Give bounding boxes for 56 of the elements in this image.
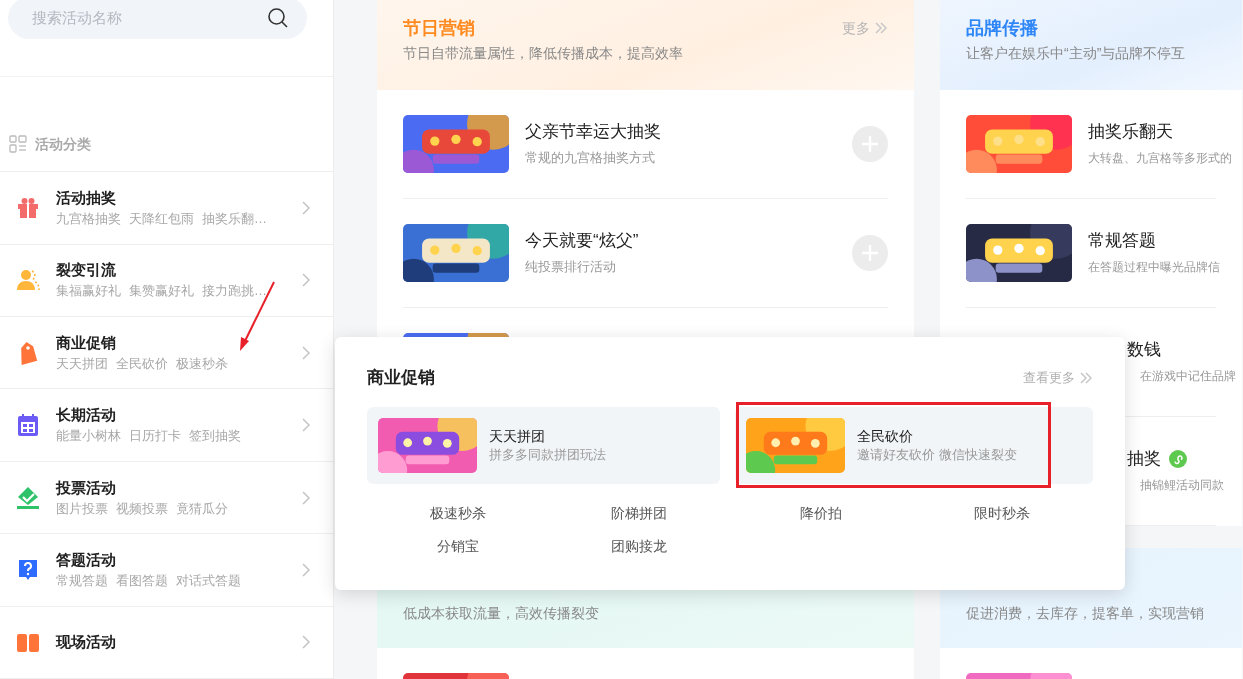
section-subtitle: 节日自带流量属性，降低传播成本，提高效率 (403, 44, 684, 63)
popup-link[interactable]: 阶梯拼团 (611, 503, 668, 523)
gift-icon (16, 196, 40, 221)
popup-link[interactable]: 限时秒杀 (974, 503, 1031, 523)
section-subtitle: 低成本获取流量，高效传播裂变 (403, 604, 600, 623)
activity-description: 纯投票排行活动 (525, 258, 617, 276)
option-description: 邀请好友砍价 微信快速裂变 (857, 446, 1017, 464)
option-title: 天天拼团 (489, 427, 546, 446)
section-title: 节日营销 (403, 17, 475, 40)
chevron-icon[interactable] (301, 272, 311, 289)
activity-description: 抽锦鲤活动同款 (1139, 477, 1224, 494)
category-title[interactable]: 投票活动 (56, 477, 301, 498)
chevron-icon[interactable] (301, 561, 311, 578)
double-chevron-icon (874, 22, 888, 34)
activity-description: 大转盘、九宫格等多形式的 (1088, 150, 1232, 167)
section-heading: 活动分类 (35, 134, 91, 154)
category-title[interactable]: 活动抽奖 (56, 188, 301, 209)
question-icon (16, 557, 40, 582)
activity-title[interactable]: 抽奖乐翻天 (1088, 121, 1232, 143)
activity-title[interactable]: 抽奖 (1127, 448, 1161, 470)
popup-link[interactable]: 分销宝 (436, 536, 479, 556)
option-description: 拼多多同款拼团玩法 (489, 446, 606, 464)
section-subtitle: 促进消费，去库存，提客单，实现营销 (966, 604, 1205, 623)
popup-link[interactable]: 降价拍 (799, 503, 842, 523)
chevron-icon[interactable] (301, 417, 311, 434)
calendar-icon (16, 413, 40, 438)
search-field[interactable]: 搜索活动名称 (8, 0, 307, 40)
activity-title[interactable]: 常规答题 (1088, 230, 1220, 252)
vote-icon (16, 485, 40, 510)
activity-title[interactable]: 数钱 (1127, 339, 1161, 361)
people-icon (16, 268, 40, 293)
double-chevron-icon (1079, 371, 1093, 384)
popup-link[interactable]: 团购接龙 (611, 536, 668, 556)
search-input[interactable]: 搜索活动名称 (30, 5, 267, 31)
category-grid-icon (9, 135, 27, 154)
option-card[interactable]: 天天拼团 拼多多同款拼团玩法 (367, 406, 720, 484)
category-title[interactable]: 裂变引流 (56, 260, 301, 281)
category-title[interactable]: 答题活动 (56, 549, 301, 570)
section-subtitle: 让客户在娱乐中“主动”与品牌不停互 (966, 44, 1187, 63)
chevron-icon[interactable] (301, 200, 311, 217)
chevron-icon[interactable] (301, 489, 311, 506)
category-title[interactable]: 商业促销 (56, 332, 301, 353)
category-title[interactable]: 长期活动 (56, 405, 301, 426)
chevron-icon[interactable] (301, 634, 311, 651)
activity-description: 在游戏中记住品牌 (1139, 368, 1236, 385)
activity-description: 常规的九宫格抽奖方式 (525, 149, 656, 167)
category-title[interactable]: 现场活动 (56, 632, 301, 653)
activity-title[interactable]: 今天就要“炫父” (525, 230, 852, 252)
popup-link[interactable]: 极速秒杀 (429, 503, 486, 523)
option-title: 全民砍价 (857, 427, 914, 446)
activity-title[interactable]: 父亲节幸运大抽奖 (525, 121, 852, 143)
search-icon[interactable] (267, 7, 289, 30)
activity-description: 在答题过程中曝光品牌信 (1088, 259, 1220, 276)
chevron-icon[interactable] (301, 344, 311, 361)
section-title: 品牌传播 (966, 17, 1038, 40)
popup-title: 商业促销 (367, 367, 435, 389)
